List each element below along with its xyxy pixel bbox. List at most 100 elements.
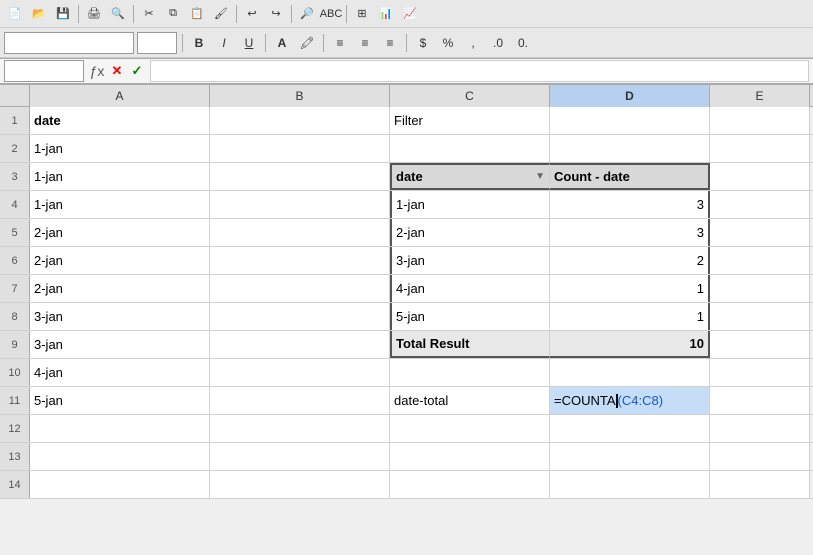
cell-c1[interactable]: Filter bbox=[390, 107, 550, 134]
col-header-c[interactable]: C bbox=[390, 85, 550, 107]
cell-e14[interactable] bbox=[710, 471, 810, 498]
currency-button[interactable]: $ bbox=[412, 32, 434, 54]
cell-b11[interactable] bbox=[210, 387, 390, 414]
align-right-button[interactable]: ≡ bbox=[379, 32, 401, 54]
cell-b14[interactable] bbox=[210, 471, 390, 498]
cell-c6[interactable]: 3-jan bbox=[390, 247, 550, 274]
cell-d6[interactable]: 2 bbox=[550, 247, 710, 274]
decimal-decrease-button[interactable]: 0. bbox=[512, 32, 534, 54]
cell-d10[interactable] bbox=[550, 359, 710, 386]
highlight-color-button[interactable]: 🖍 bbox=[296, 32, 318, 54]
format-paint-button[interactable]: 🖌 bbox=[210, 3, 232, 25]
cell-e5[interactable] bbox=[710, 219, 810, 246]
align-center-button[interactable]: ≡ bbox=[354, 32, 376, 54]
cell-a2[interactable]: 1-jan bbox=[30, 135, 210, 162]
formula-input[interactable]: =COUNTA(C4:C8) bbox=[150, 60, 809, 82]
cell-c7[interactable]: 4-jan bbox=[390, 275, 550, 302]
cell-d2[interactable] bbox=[550, 135, 710, 162]
underline-button[interactable]: U bbox=[238, 32, 260, 54]
insert-table-button[interactable]: ⊞ bbox=[351, 3, 373, 25]
cell-a8[interactable]: 3-jan bbox=[30, 303, 210, 330]
cell-a6[interactable]: 2-jan bbox=[30, 247, 210, 274]
cell-d3[interactable]: Count - date bbox=[550, 163, 710, 190]
cell-d14[interactable] bbox=[550, 471, 710, 498]
cell-c4[interactable]: 1-jan bbox=[390, 191, 550, 218]
cell-a12[interactable] bbox=[30, 415, 210, 442]
cell-e4[interactable] bbox=[710, 191, 810, 218]
redo-button[interactable]: ↪ bbox=[265, 3, 287, 25]
cell-d11[interactable]: =COUNTA(C4:C8) bbox=[550, 387, 710, 414]
cell-e9[interactable] bbox=[710, 331, 810, 358]
print-preview-button[interactable]: 🔍 bbox=[107, 3, 129, 25]
insert-chart-button[interactable]: 📊 bbox=[375, 3, 397, 25]
new-button[interactable]: 📄 bbox=[4, 3, 26, 25]
font-name-input[interactable]: Liberation Sans bbox=[4, 32, 134, 54]
bold-button[interactable]: B bbox=[188, 32, 210, 54]
col-header-e[interactable]: E bbox=[710, 85, 810, 107]
cell-a9[interactable]: 3-jan bbox=[30, 331, 210, 358]
cell-c8[interactable]: 5-jan bbox=[390, 303, 550, 330]
cell-d12[interactable] bbox=[550, 415, 710, 442]
cell-e6[interactable] bbox=[710, 247, 810, 274]
cell-d9[interactable]: 10 bbox=[550, 331, 710, 358]
font-size-input[interactable]: 10 bbox=[137, 32, 177, 54]
cell-b12[interactable] bbox=[210, 415, 390, 442]
cell-e8[interactable] bbox=[710, 303, 810, 330]
cell-b13[interactable] bbox=[210, 443, 390, 470]
cell-c11[interactable]: date-total bbox=[390, 387, 550, 414]
copy-button[interactable]: ⧉ bbox=[162, 3, 184, 25]
cell-e1[interactable] bbox=[710, 107, 810, 134]
cell-c10[interactable] bbox=[390, 359, 550, 386]
cell-b4[interactable] bbox=[210, 191, 390, 218]
cell-b6[interactable] bbox=[210, 247, 390, 274]
decimal-increase-button[interactable]: .0 bbox=[487, 32, 509, 54]
cancel-formula-icon[interactable]: ✕ bbox=[108, 62, 126, 80]
function-wizard-icon[interactable]: ƒx bbox=[88, 62, 106, 80]
cell-c12[interactable] bbox=[390, 415, 550, 442]
cell-reference-input[interactable]: COUNTA bbox=[4, 60, 84, 82]
cell-c5[interactable]: 2-jan bbox=[390, 219, 550, 246]
cell-b8[interactable] bbox=[210, 303, 390, 330]
cell-e3[interactable] bbox=[710, 163, 810, 190]
cell-b5[interactable] bbox=[210, 219, 390, 246]
cell-e12[interactable] bbox=[710, 415, 810, 442]
print-button[interactable]: 🖨 bbox=[83, 3, 105, 25]
col-header-b[interactable]: B bbox=[210, 85, 390, 107]
cell-e13[interactable] bbox=[710, 443, 810, 470]
font-color-button[interactable]: A bbox=[271, 32, 293, 54]
dropdown-arrow-icon[interactable]: ▼ bbox=[535, 171, 545, 182]
cell-c13[interactable] bbox=[390, 443, 550, 470]
spell-check-button[interactable]: ABC bbox=[320, 3, 342, 25]
cell-b3[interactable] bbox=[210, 163, 390, 190]
undo-button[interactable]: ↩ bbox=[241, 3, 263, 25]
open-button[interactable]: 📂 bbox=[28, 3, 50, 25]
cell-d13[interactable] bbox=[550, 443, 710, 470]
cell-b9[interactable] bbox=[210, 331, 390, 358]
cell-d5[interactable]: 3 bbox=[550, 219, 710, 246]
cell-b10[interactable] bbox=[210, 359, 390, 386]
cell-b2[interactable] bbox=[210, 135, 390, 162]
cell-a14[interactable] bbox=[30, 471, 210, 498]
cell-a5[interactable]: 2-jan bbox=[30, 219, 210, 246]
cell-c3[interactable]: date ▼ bbox=[390, 163, 550, 190]
cell-a3[interactable]: 1-jan bbox=[30, 163, 210, 190]
percent-button[interactable]: % bbox=[437, 32, 459, 54]
cell-c14[interactable] bbox=[390, 471, 550, 498]
cell-b1[interactable] bbox=[210, 107, 390, 134]
cell-b7[interactable] bbox=[210, 275, 390, 302]
cell-e2[interactable] bbox=[710, 135, 810, 162]
cell-a7[interactable]: 2-jan bbox=[30, 275, 210, 302]
insert-bar-chart-button[interactable]: 📈 bbox=[399, 3, 421, 25]
cell-d1[interactable] bbox=[550, 107, 710, 134]
italic-button[interactable]: I bbox=[213, 32, 235, 54]
cell-e10[interactable] bbox=[710, 359, 810, 386]
col-header-d[interactable]: D bbox=[550, 85, 710, 107]
comma-button[interactable]: , bbox=[462, 32, 484, 54]
cell-e7[interactable] bbox=[710, 275, 810, 302]
cell-d4[interactable]: 3 bbox=[550, 191, 710, 218]
col-header-a[interactable]: A bbox=[30, 85, 210, 107]
cell-a13[interactable] bbox=[30, 443, 210, 470]
accept-formula-icon[interactable]: ✓ bbox=[128, 62, 146, 80]
cell-a1[interactable]: date bbox=[30, 107, 210, 134]
cut-button[interactable]: ✂ bbox=[138, 3, 160, 25]
